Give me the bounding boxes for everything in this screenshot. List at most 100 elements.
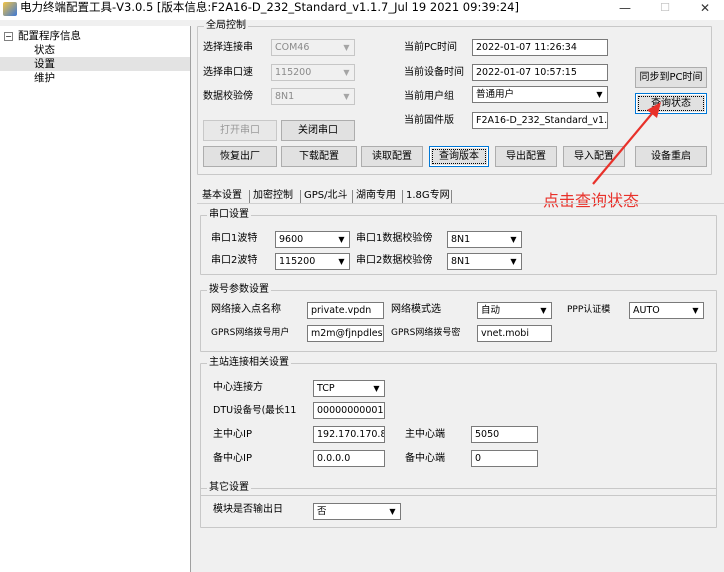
gprs-pass-label: GPRS网络拨号密 xyxy=(391,328,461,338)
main-panel: 全局控制 选择连接串 COM46 ▼ 选择串口速 115200 ▼ 数据校验傍 8N… xyxy=(197,20,724,572)
port1-parity-label: 串口1数据校验傍 xyxy=(356,233,433,244)
select-value: 8N1 xyxy=(451,234,471,245)
select-value: 普通用户 xyxy=(476,89,515,100)
backup-port-field[interactable]: 0 xyxy=(471,450,538,467)
tree-item-label: 状态 xyxy=(34,44,55,56)
window-title: 电力终端配置工具-V3.0.5 [版本信息:F2A16-D_232_Standa… xyxy=(20,0,519,14)
dropdown-arrow-icon: ▼ xyxy=(540,306,547,315)
group-title: 拨号参数设置 xyxy=(207,284,271,296)
collapse-icon[interactable]: − xyxy=(4,32,13,41)
close-button[interactable]: ✕ xyxy=(690,0,720,20)
serial-settings-group: 串口设置 串口1波特 9600 ▼ 串口1数据校验傍 8N1 ▼ 串口2波特 115… xyxy=(200,209,717,275)
pc-time-field[interactable]: 2022-01-07 11:26:34 xyxy=(472,39,608,56)
port1-baud-label: 串口1波特 xyxy=(211,233,258,244)
port2-parity-label: 串口2数据校验傍 xyxy=(356,255,433,266)
user-group-label: 当前用户组 xyxy=(404,91,454,102)
baud-label: 选择串口速 xyxy=(203,67,253,78)
group-title: 全局控制 xyxy=(204,20,248,32)
select-value: AUTO xyxy=(633,305,660,316)
connect-label: 选择连接串 xyxy=(203,42,253,53)
select-value: TCP xyxy=(317,383,335,394)
open-port-button[interactable]: 打开串口 xyxy=(203,120,277,141)
apn-label: 网络接入点名称 xyxy=(211,304,281,315)
apn-field[interactable]: private.vpdn xyxy=(307,302,384,319)
center-conn-label: 中心连接方 xyxy=(213,382,263,393)
group-title: 串口设置 xyxy=(207,209,251,221)
select-value: 115200 xyxy=(279,256,316,267)
port2-baud-select[interactable]: 115200 ▼ xyxy=(275,253,350,270)
port1-parity-select[interactable]: 8N1 ▼ xyxy=(447,231,522,248)
baud-rate-select[interactable]: 115200 ▼ xyxy=(271,64,355,81)
connect-port-select[interactable]: COM46 ▼ xyxy=(271,39,355,56)
log-output-select[interactable]: 否 ▼ xyxy=(313,503,401,520)
firmware-label: 当前固件版 xyxy=(404,115,454,126)
main-ip-field[interactable]: 192.170.170.8 xyxy=(313,426,385,443)
tree-item-label: 设置 xyxy=(34,58,55,70)
dropdown-arrow-icon: ▼ xyxy=(510,257,517,266)
parity-select[interactable]: 8N1 ▼ xyxy=(271,88,355,105)
restore-factory-button[interactable]: 恢复出厂 xyxy=(203,146,277,167)
title-bar: 电力终端配置工具-V3.0.5 [版本信息:F2A16-D_232_Standa… xyxy=(0,0,724,20)
close-port-button[interactable]: 关闭串口 xyxy=(281,120,355,141)
dropdown-arrow-icon: ▼ xyxy=(338,257,345,266)
download-config-button[interactable]: 下载配置 xyxy=(281,146,357,167)
center-conn-select[interactable]: TCP ▼ xyxy=(313,380,385,397)
device-time-label: 当前设备时间 xyxy=(404,67,464,78)
tree-root[interactable]: − 配置程序信息 xyxy=(0,29,190,43)
sync-pc-time-button[interactable]: 同步到PC时间 xyxy=(635,67,707,88)
dropdown-arrow-icon: ▼ xyxy=(338,235,345,244)
device-time-field[interactable]: 2022-01-07 10:57:15 xyxy=(472,64,608,81)
main-port-label: 主中心端 xyxy=(405,429,445,440)
tree-item-maintain[interactable]: 维护 xyxy=(0,71,190,85)
port1-baud-select[interactable]: 9600 ▼ xyxy=(275,231,350,248)
ppp-select[interactable]: AUTO ▼ xyxy=(629,302,704,319)
app-icon xyxy=(3,2,17,16)
dropdown-arrow-icon: ▼ xyxy=(343,92,350,101)
dropdown-arrow-icon: ▼ xyxy=(389,507,396,516)
port2-parity-select[interactable]: 8N1 ▼ xyxy=(447,253,522,270)
annotation-arrow-icon xyxy=(592,102,661,185)
read-config-button[interactable]: 读取配置 xyxy=(361,146,423,167)
dtu-field[interactable]: 00000000001 xyxy=(313,402,385,419)
backup-ip-label: 备中心IP xyxy=(213,453,252,464)
tree-root-label: 配置程序信息 xyxy=(18,30,81,42)
group-title: 主站连接相关设置 xyxy=(207,357,291,369)
port2-baud-label: 串口2波特 xyxy=(211,255,258,266)
log-output-label: 模块是否输出日 xyxy=(213,504,283,515)
tree-item-settings[interactable]: 设置 xyxy=(0,57,190,71)
select-value: 否 xyxy=(317,506,327,517)
net-mode-label: 网络模式选 xyxy=(391,304,441,315)
parity-label: 数据校验傍 xyxy=(203,91,253,102)
main-ip-label: 主中心IP xyxy=(213,429,252,440)
dtu-label: DTU设备号(最长11 xyxy=(213,405,297,416)
export-config-button[interactable]: 导出配置 xyxy=(495,146,557,167)
ppp-label: PPP认证模 xyxy=(567,305,611,315)
select-value: 8N1 xyxy=(275,91,295,102)
dropdown-arrow-icon: ▼ xyxy=(343,68,350,77)
select-value: 9600 xyxy=(279,234,304,245)
tab-panel-border xyxy=(197,203,724,204)
dropdown-arrow-icon: ▼ xyxy=(692,306,699,315)
maximize-button[interactable]: ☐ xyxy=(650,0,680,20)
tree-item-label: 维护 xyxy=(34,72,55,84)
dropdown-arrow-icon: ▼ xyxy=(510,235,517,244)
select-value: 115200 xyxy=(275,67,312,78)
group-title: 其它设置 xyxy=(207,482,251,494)
master-station-group: 主站连接相关设置 中心连接方 TCP ▼ DTU设备号(最长11 00000000… xyxy=(200,357,717,496)
backup-ip-field[interactable]: 0.0.0.0 xyxy=(313,450,385,467)
dropdown-arrow-icon: ▼ xyxy=(343,43,350,52)
select-value: COM46 xyxy=(275,42,310,53)
tree-item-status[interactable]: 状态 xyxy=(0,43,190,57)
query-version-button[interactable]: 查询版本 xyxy=(429,146,489,167)
gprs-pass-field[interactable]: vnet.mobi xyxy=(477,325,552,342)
select-value: 自动 xyxy=(481,305,501,316)
gprs-user-label: GPRS网络拨号用户 xyxy=(211,328,290,338)
select-value: 8N1 xyxy=(451,256,471,267)
dial-settings-group: 拨号参数设置 网络接入点名称 private.vpdn 网络模式选 自动 ▼ PP… xyxy=(200,284,717,352)
gprs-user-field[interactable]: m2m@fjnpdlesy. xyxy=(307,325,384,342)
dropdown-arrow-icon: ▼ xyxy=(373,384,380,393)
minimize-button[interactable]: — xyxy=(610,0,640,20)
net-mode-select[interactable]: 自动 ▼ xyxy=(477,302,552,319)
nav-tree: − 配置程序信息 状态 设置 维护 xyxy=(0,26,191,572)
main-port-field[interactable]: 5050 xyxy=(471,426,538,443)
